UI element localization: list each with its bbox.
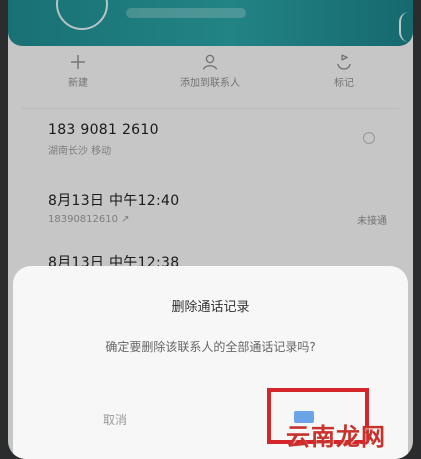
dialog-title: 删除通话记录 [171,300,250,315]
dialog-message: 确定要删除该联系人的全部通话记录吗? [105,340,316,354]
cancel-button[interactable]: 取消 [45,406,185,434]
watermark-logo: 云南龙网 [286,423,386,451]
